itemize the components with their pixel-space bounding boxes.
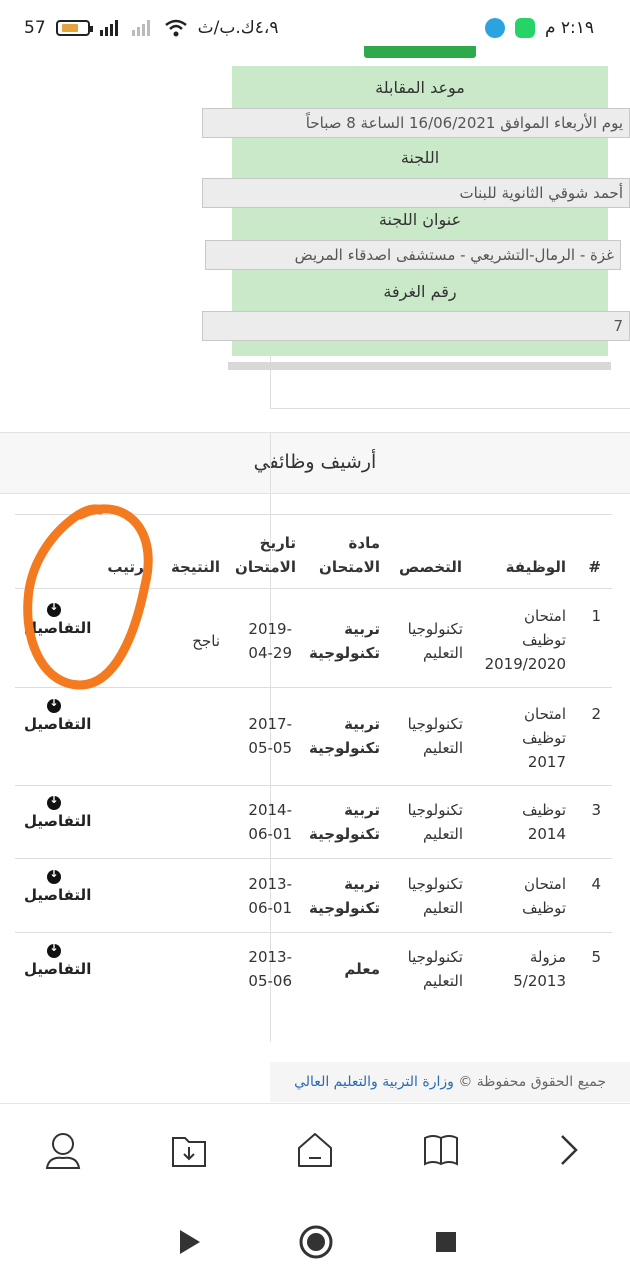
status-right: ٢:١٩ م bbox=[484, 18, 594, 38]
row2-date: 2017-05-05 bbox=[248, 715, 292, 757]
row2-subject: تربية تكنولوجية bbox=[309, 715, 380, 757]
header-date: تاريخ الامتحان bbox=[235, 534, 296, 576]
room-number-value: 7 bbox=[202, 311, 630, 341]
row1-subject: تربية تكنولوجية bbox=[309, 620, 380, 662]
recents-icon[interactable] bbox=[426, 1222, 466, 1262]
row2-job: امتحان توظيف 2017 bbox=[522, 705, 566, 771]
row2-num: 2 bbox=[591, 705, 601, 723]
downloads-icon[interactable] bbox=[167, 1128, 211, 1172]
browser-toolbar bbox=[0, 1103, 630, 1199]
row5-details-button[interactable]: التفاصيل bbox=[24, 941, 91, 978]
row1-specialty: تكنولوجيا التعليم bbox=[407, 620, 463, 662]
row4-details-label: التفاصيل bbox=[24, 886, 92, 904]
footer-rights: جميع الحقوق محفوظة © bbox=[458, 1074, 606, 1090]
room-number-label: رقم الغرفة bbox=[383, 282, 457, 301]
row1-num: 1 bbox=[591, 607, 601, 625]
footer-org-link[interactable]: وزارة التربية والتعليم العالي bbox=[294, 1074, 454, 1090]
status-left: 57 ٤،٩ك.ب/ث bbox=[24, 18, 279, 38]
row1-result: ناجح bbox=[192, 632, 220, 650]
back-icon[interactable] bbox=[168, 1222, 208, 1262]
header-num: # bbox=[588, 558, 601, 576]
green-button-edge[interactable] bbox=[364, 46, 476, 58]
row2-specialty: تكنولوجيا التعليم bbox=[407, 715, 463, 757]
download-icon bbox=[47, 696, 61, 713]
committee-address-value: غزة - الرمال-التشريعي - مستشفى اصدقاء ال… bbox=[205, 240, 621, 270]
row4-subject: تربية تكنولوجية bbox=[309, 875, 380, 917]
download-icon bbox=[47, 867, 61, 884]
row3-date: 2014-06-01 bbox=[248, 801, 292, 843]
committee-address-label: عنوان اللجنة bbox=[378, 210, 462, 229]
row5-job: مزولة 5/2013 bbox=[513, 948, 566, 990]
profile-icon[interactable] bbox=[41, 1128, 85, 1172]
home-circle-icon[interactable] bbox=[296, 1222, 336, 1262]
row1-date: 2019-04-29 bbox=[248, 620, 292, 662]
row2-details-button[interactable]: التفاصيل bbox=[24, 696, 91, 733]
interview-date-value: يوم الأربعاء الموافق 16/06/2021 الساعة 8… bbox=[202, 108, 630, 138]
chevron-right-icon[interactable] bbox=[546, 1128, 590, 1172]
row-separator bbox=[15, 785, 612, 786]
telegram-icon bbox=[484, 18, 505, 38]
whatsapp-icon bbox=[514, 18, 535, 38]
home-icon[interactable] bbox=[293, 1128, 337, 1172]
orange-circle-annotation bbox=[23, 504, 153, 690]
row5-num: 5 bbox=[591, 948, 601, 966]
horizontal-scrollbar[interactable] bbox=[228, 362, 611, 370]
header-specialty: التخصص bbox=[399, 558, 462, 576]
download-icon bbox=[47, 941, 61, 958]
row3-details-button[interactable]: التفاصيل bbox=[24, 793, 91, 830]
header-subject: مادة الامتحان bbox=[319, 534, 380, 576]
row4-job: امتحان توظيف bbox=[522, 875, 566, 917]
committee-value: أحمد شوقي الثانوية للبنات bbox=[202, 178, 630, 208]
battery-icon bbox=[55, 20, 93, 36]
interview-date-label: موعد المقابلة bbox=[375, 78, 465, 97]
clock: ٢:١٩ م bbox=[544, 18, 594, 38]
signal-2-icon bbox=[131, 20, 150, 36]
book-icon[interactable] bbox=[419, 1128, 463, 1172]
row5-specialty: تكنولوجيا التعليم bbox=[407, 948, 463, 990]
row3-details-label: التفاصيل bbox=[24, 812, 92, 830]
signal-icon bbox=[99, 20, 118, 36]
row3-subject: تربية تكنولوجية bbox=[309, 801, 380, 843]
committee-label: اللجنة bbox=[400, 148, 440, 167]
row-separator bbox=[15, 858, 612, 859]
row4-num: 4 bbox=[591, 875, 601, 893]
row4-details-button[interactable]: التفاصيل bbox=[24, 867, 91, 904]
header-result: النتيجة bbox=[170, 558, 220, 576]
row4-specialty: تكنولوجيا التعليم bbox=[407, 875, 463, 917]
row3-job: توظيف 2014 bbox=[522, 801, 566, 843]
row3-num: 3 bbox=[591, 801, 601, 819]
row5-subject: معلم bbox=[344, 960, 380, 978]
row3-specialty: تكنولوجيا التعليم bbox=[407, 801, 463, 843]
download-icon bbox=[47, 793, 61, 810]
row5-details-label: التفاصيل bbox=[24, 960, 92, 978]
row4-date: 2013-06-01 bbox=[248, 875, 292, 917]
row1-job: امتحان توظيف 2019/2020 bbox=[484, 607, 566, 673]
status-bar: 57 ٤،٩ك.ب/ث ٢:١٩ م bbox=[0, 0, 630, 60]
footer: جميع الحقوق محفوظة © وزارة التربية والتع… bbox=[270, 1062, 630, 1102]
row5-date: 2013-05-06 bbox=[248, 948, 292, 990]
archive-title: أرشيف وظائفي bbox=[0, 432, 630, 494]
wifi-icon bbox=[164, 19, 187, 37]
row-separator bbox=[15, 932, 612, 933]
system-nav-bar bbox=[0, 1198, 630, 1280]
network-speed: ٤،٩ك.ب/ث bbox=[197, 18, 279, 38]
row2-details-label: التفاصيل bbox=[24, 715, 92, 733]
header-job: الوظيفة bbox=[505, 558, 566, 576]
battery-level: 57 bbox=[24, 18, 46, 38]
